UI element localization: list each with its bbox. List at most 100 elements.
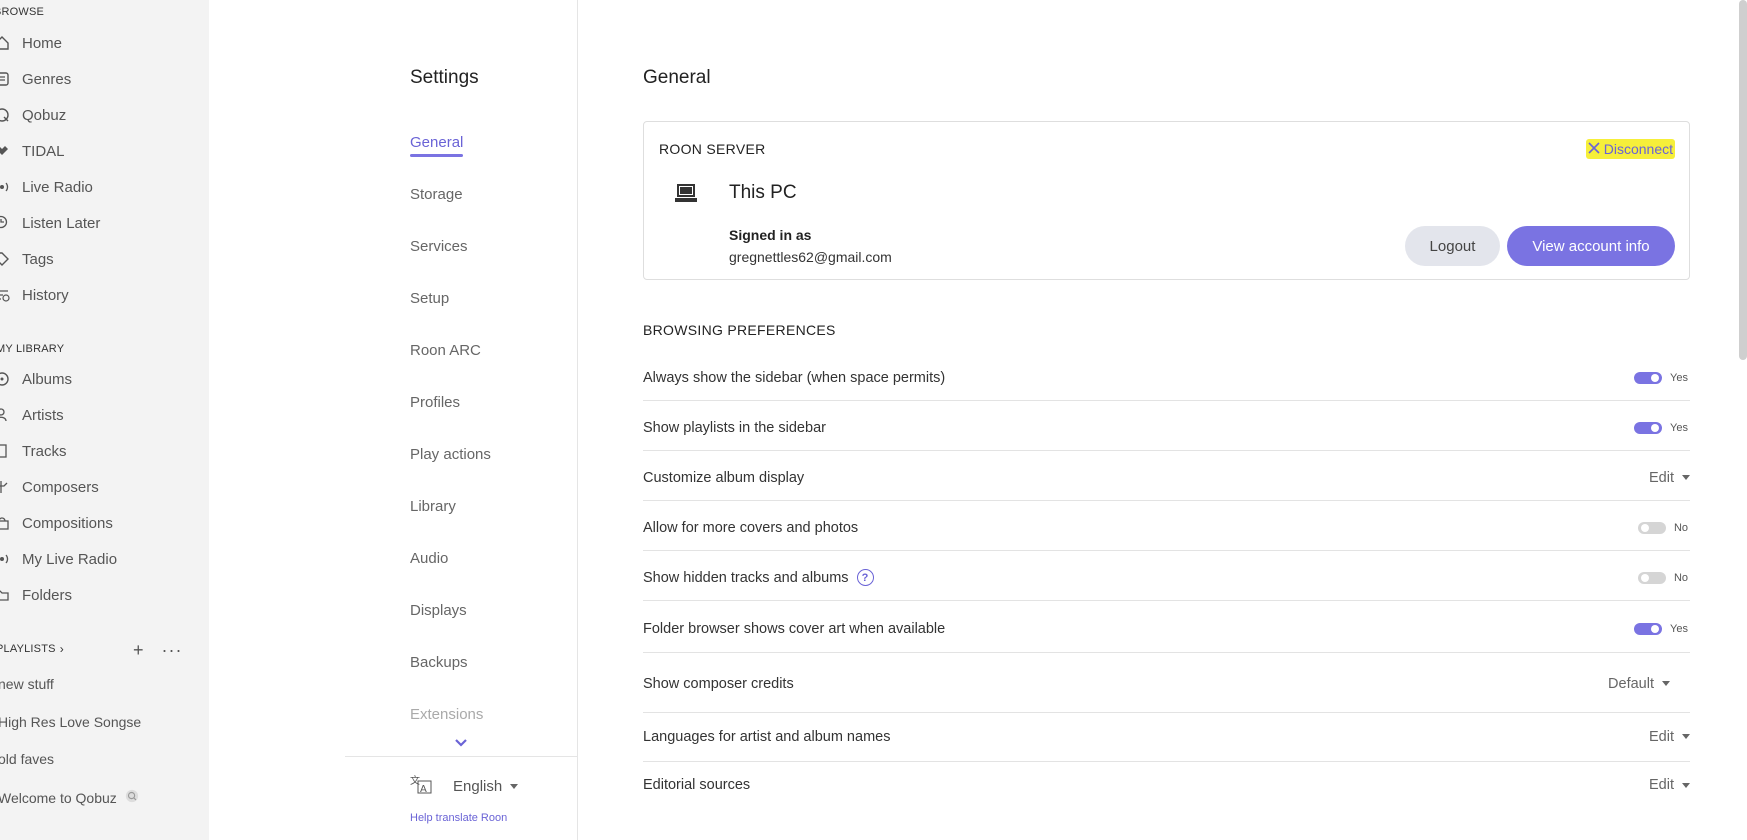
playlist-item[interactable]: High Res Love Songse	[0, 714, 141, 730]
preference-toggle[interactable]: Yes	[1634, 622, 1688, 635]
toggle-switch[interactable]	[1634, 421, 1663, 434]
settings-nav-audio[interactable]: Audio	[410, 550, 448, 567]
library-item-label: Tracks	[22, 442, 67, 460]
album-icon	[0, 371, 12, 387]
settings-nav-storage[interactable]: Storage	[410, 186, 463, 203]
view-account-info-button[interactable]: View account info	[1507, 226, 1675, 266]
preference-dropdown[interactable]: Edit	[1649, 777, 1690, 793]
settings-nav-library[interactable]: Library	[410, 498, 456, 515]
divider	[345, 756, 578, 757]
preference-label: Editorial sources	[643, 777, 751, 793]
playlist-label: Welcome to Qobuz	[0, 789, 117, 806]
settings-title: Settings	[410, 67, 479, 88]
preference-toggle[interactable]: Yes	[1634, 421, 1688, 434]
settings-nav-services[interactable]: Services	[410, 238, 468, 255]
library-item-label: My Live Radio	[22, 550, 118, 568]
browse-item-tidal[interactable]: TIDAL	[0, 140, 65, 162]
playlist-item[interactable]: new stuff	[0, 676, 54, 692]
language-select[interactable]: English	[453, 778, 519, 795]
toggle-value: No	[1673, 521, 1688, 534]
browse-item-home[interactable]: Home	[0, 32, 62, 54]
history-icon	[0, 287, 12, 303]
preference-toggle[interactable]: No	[1637, 571, 1688, 584]
toggle-switch[interactable]	[1634, 371, 1663, 384]
caret-down-icon	[1662, 681, 1670, 686]
library-item-tracks[interactable]: Tracks	[0, 440, 66, 462]
preference-label-wrap: Editorial sources	[643, 777, 750, 793]
browse-item-label: Listen Later	[22, 214, 101, 232]
library-item-label: Folders	[22, 586, 73, 604]
preference-label-wrap: Always show the sidebar (when space perm…	[643, 370, 945, 386]
preference-toggle[interactable]: Yes	[1634, 371, 1688, 384]
playlist-label: High Res Love Songse	[0, 714, 142, 730]
scroll-down-chevron-icon[interactable]	[455, 734, 467, 752]
browse-item-qobuz[interactable]: Qobuz	[0, 104, 66, 126]
toggle-switch[interactable]	[1637, 571, 1666, 584]
browse-item-history[interactable]: History	[0, 284, 69, 306]
library-item-albums[interactable]: Albums	[0, 368, 72, 390]
library-item-artists[interactable]: Artists	[0, 404, 64, 426]
settings-nav-backups[interactable]: Backups	[410, 654, 468, 671]
help-icon[interactable]: ?	[856, 569, 874, 586]
settings-nav-play-actions[interactable]: Play actions	[410, 446, 491, 463]
dropdown-value: Edit	[1649, 777, 1674, 793]
preference-toggle[interactable]: No	[1637, 521, 1688, 534]
playlists-heading[interactable]: PLAYLISTS ›	[0, 642, 64, 656]
dropdown-value: Default	[1608, 675, 1654, 692]
settings-nav-displays[interactable]: Displays	[410, 602, 467, 619]
toggle-value: Yes	[1670, 622, 1688, 635]
toggle-switch[interactable]	[1634, 622, 1663, 635]
settings-nav-general[interactable]: General	[410, 134, 464, 157]
radio-icon	[0, 179, 12, 195]
preference-label: Allow for more covers and photos	[643, 519, 859, 536]
toggle-knob	[1651, 624, 1660, 633]
help-translate-link[interactable]: Help translate Roon	[410, 812, 507, 824]
preference-row: Customize album display Edit	[643, 455, 1690, 501]
library-item-folders[interactable]: Folders	[0, 584, 72, 606]
more-options-icon[interactable]: ···	[162, 640, 183, 661]
scrollbar[interactable]	[1739, 0, 1747, 360]
settings-nav-profiles[interactable]: Profiles	[410, 394, 460, 411]
composer-icon	[0, 479, 12, 495]
library-item-composers[interactable]: Composers	[0, 476, 99, 498]
add-playlist-icon[interactable]: +	[133, 640, 144, 661]
settings-nav: Settings General Storage Services Setup Roon…	[345, 0, 578, 840]
playlist-actions: + ···	[133, 640, 183, 661]
preference-dropdown[interactable]: Edit	[1649, 470, 1690, 486]
language-row: 文A English	[409, 774, 519, 798]
disconnect-button[interactable]: Disconnect	[1585, 139, 1675, 159]
playlist-item[interactable]: old faves	[0, 751, 54, 767]
library-item-my-live-radio[interactable]: My Live Radio	[0, 548, 117, 570]
settings-nav-roon-arc[interactable]: Roon ARC	[410, 342, 481, 359]
toggle-value: Yes	[1670, 421, 1688, 434]
settings-nav-extensions[interactable]: Extensions	[410, 706, 483, 723]
preference-row: Show hidden tracks and albums? No	[643, 555, 1690, 601]
page-title: General	[643, 67, 711, 88]
caret-down-icon	[1682, 782, 1690, 788]
toggle-value: No	[1673, 571, 1688, 584]
browse-item-live-radio[interactable]: Live Radio	[0, 176, 93, 198]
browse-item-genres[interactable]: Genres	[0, 68, 71, 90]
preference-label: Show hidden tracks and albums	[643, 569, 849, 586]
toggle-knob	[1640, 573, 1649, 582]
track-icon	[0, 443, 12, 459]
browse-item-label: Live Radio	[22, 178, 93, 196]
preference-dropdown[interactable]: Default	[1608, 676, 1670, 692]
browse-item-label: History	[22, 286, 69, 304]
caret-down-icon	[510, 783, 519, 789]
library-item-label: Albums	[22, 370, 73, 388]
logout-button[interactable]: Logout	[1405, 226, 1500, 266]
caret-down-icon	[1682, 475, 1690, 480]
preference-dropdown[interactable]: Edit	[1649, 729, 1690, 745]
library-item-compositions[interactable]: Compositions	[0, 512, 113, 534]
preference-label: Show composer credits	[643, 675, 794, 692]
qobuz-icon	[125, 789, 139, 806]
toggle-switch[interactable]	[1637, 521, 1666, 534]
browse-item-tags[interactable]: Tags	[0, 248, 54, 270]
playlist-label: new stuff	[0, 676, 54, 692]
playlist-item[interactable]: Welcome to Qobuz	[0, 789, 139, 806]
library-item-label: Compositions	[22, 514, 113, 532]
settings-nav-setup[interactable]: Setup	[410, 290, 449, 307]
browse-item-listen-later[interactable]: Listen Later	[0, 212, 100, 234]
home-icon	[0, 35, 12, 51]
